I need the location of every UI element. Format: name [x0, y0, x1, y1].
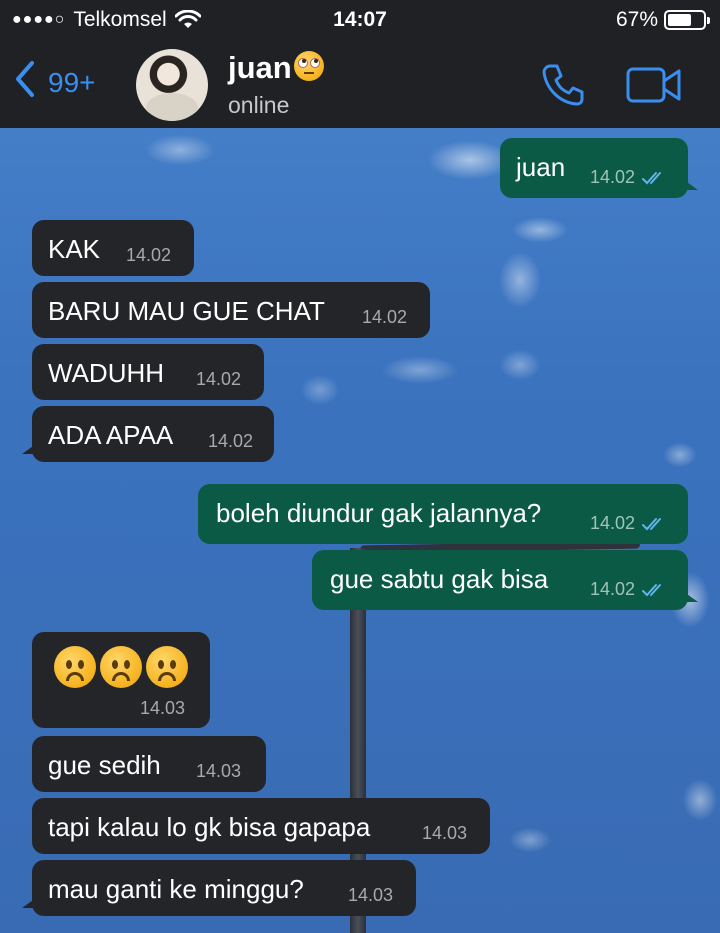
call-button[interactable] [540, 62, 586, 108]
frowning-face-emoji [100, 646, 142, 688]
battery-fill [668, 14, 691, 26]
message-time: 14.03 [422, 823, 468, 843]
bubble-tail [22, 444, 36, 454]
video-call-button[interactable] [626, 66, 682, 104]
message-text: gue sabtu gak bisa [330, 564, 549, 594]
chat-header: ●●●●○ Telkomsel 14:07 67% 99+ juan onlin… [0, 0, 720, 128]
contact-name: juan [228, 50, 292, 85]
message-text: gue sedih [48, 750, 161, 780]
message-meta: 14.02 [590, 167, 669, 188]
contact-status: online [228, 92, 290, 118]
message-time: 14.02 [590, 513, 636, 533]
chat-nav-bar: 99+ juan online [0, 44, 720, 128]
battery-icon [664, 10, 710, 30]
message-time: 14.03 [140, 698, 186, 718]
battery-percent: 67% [615, 8, 658, 31]
unread-count: 99+ [48, 66, 96, 98]
message-bubble-incoming[interactable]: 14.03 [32, 632, 210, 728]
message-text: WADUHH [48, 358, 165, 388]
message-bubble-incoming[interactable]: tapi kalau lo gk bisa gapapa 14.03 [32, 798, 490, 854]
bubble-tail [684, 180, 698, 190]
message-text: ADA APAA [48, 420, 174, 450]
eye-roll-emoji [293, 51, 324, 81]
bubble-tail [22, 898, 36, 908]
read-ticks-icon [642, 583, 662, 596]
message-time: 14.02 [196, 369, 242, 389]
message-text: tapi kalau lo gk bisa gapapa [48, 812, 371, 842]
read-ticks-icon [642, 171, 662, 184]
message-bubble-outgoing[interactable]: boleh diundur gak jalannya? 14.02 [198, 484, 688, 544]
message-text: boleh diundur gak jalannya? [216, 498, 542, 528]
frowning-face-emoji [146, 646, 188, 688]
message-time: 14.03 [196, 761, 242, 781]
message-bubble-incoming[interactable]: BARU MAU GUE CHAT 14.02 [32, 282, 430, 338]
status-time: 14:07 [333, 8, 387, 31]
message-time: 14.02 [126, 245, 172, 265]
message-bubble-incoming[interactable]: mau ganti ke minggu? 14.03 [22, 860, 416, 916]
message-bubble-outgoing[interactable]: gue sabtu gak bisa 14.02 [312, 550, 698, 610]
back-button[interactable]: 99+ [14, 60, 96, 105]
message-text: BARU MAU GUE CHAT [48, 296, 325, 326]
message-time: 14.02 [590, 579, 636, 599]
video-camera-icon [626, 67, 681, 103]
frowning-face-emoji [54, 646, 96, 688]
message-text: mau ganti ke minggu? [48, 874, 304, 904]
message-time: 14.02 [208, 431, 254, 451]
avatar[interactable] [136, 49, 208, 121]
phone-icon [542, 64, 584, 106]
message-time: 14.02 [362, 307, 408, 327]
chevron-left-icon [14, 60, 36, 105]
emoji-row [54, 646, 188, 688]
status-bar: ●●●●○ Telkomsel 14:07 67% [0, 0, 720, 40]
contact-name-wrap[interactable]: juan [228, 50, 324, 86]
message-time: 14.02 [590, 167, 636, 187]
message-time: 14.03 [348, 885, 394, 905]
message-meta: 14.02 [590, 513, 669, 534]
message-text: KAK [48, 234, 101, 264]
message-bubble-outgoing[interactable]: juan 14.02 [500, 138, 698, 198]
message-bubble-incoming[interactable]: gue sedih 14.03 [32, 736, 266, 792]
message-bubble-incoming[interactable]: WADUHH 14.02 [32, 344, 264, 400]
bubble-tail [684, 592, 698, 602]
read-ticks-icon [642, 517, 662, 530]
message-meta: 14.02 [590, 579, 669, 600]
message-bubble-incoming[interactable]: ADA APAA 14.02 [22, 406, 274, 462]
message-text: juan [516, 152, 566, 182]
battery-indicator: 67% [615, 8, 710, 32]
message-bubble-incoming[interactable]: KAK 14.02 [32, 220, 194, 276]
